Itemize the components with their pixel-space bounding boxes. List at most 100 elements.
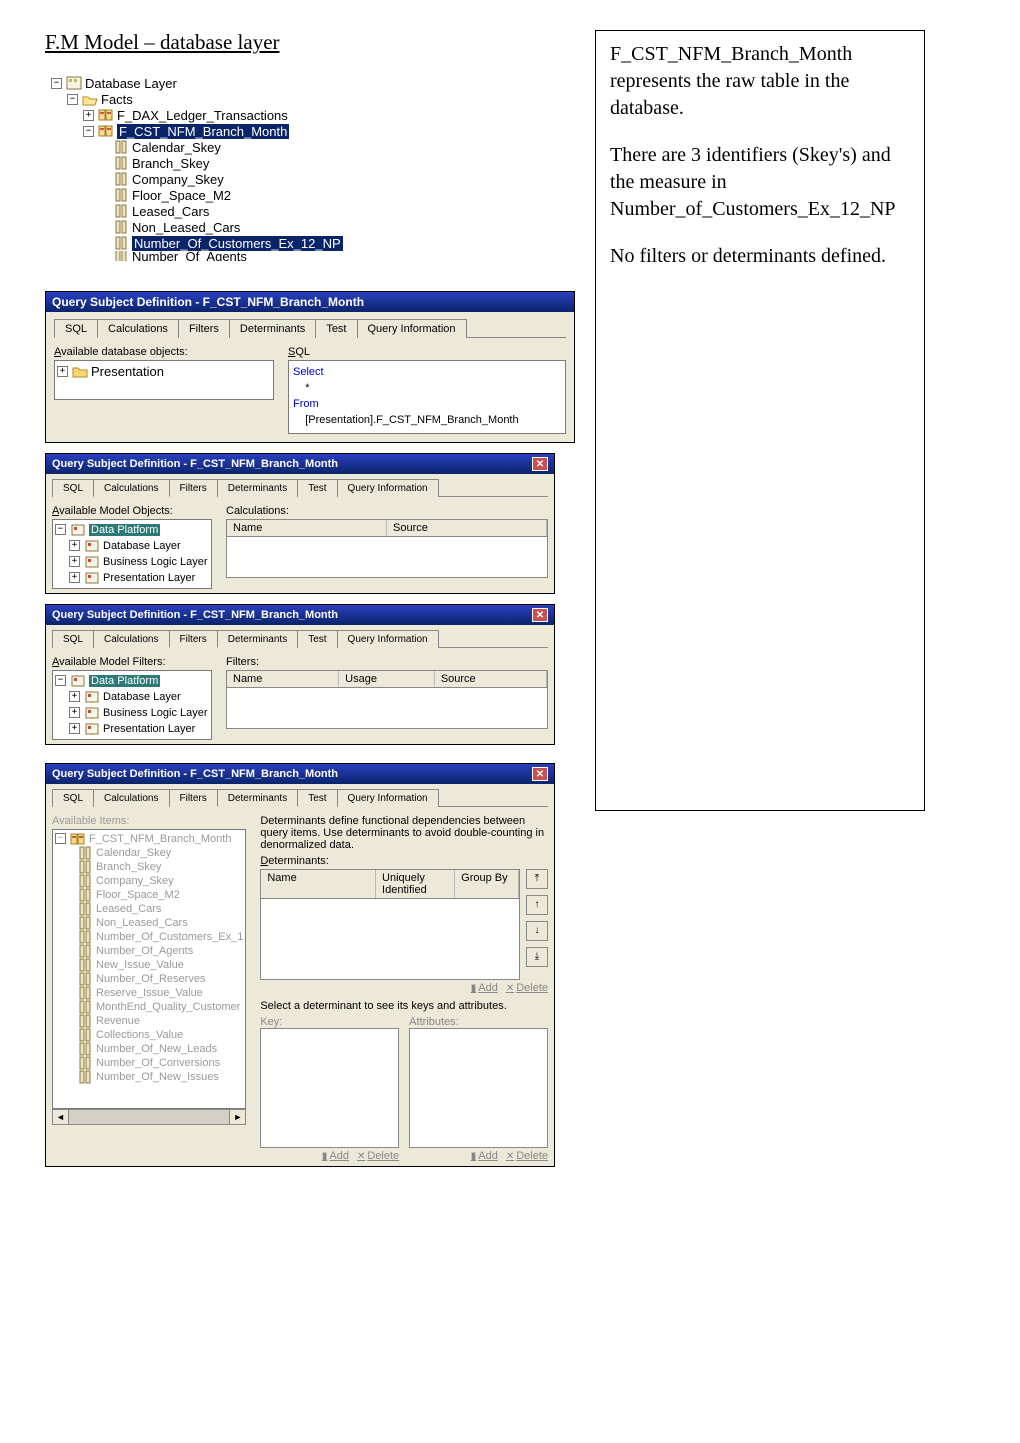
tree-leaf[interactable]: Number_Of_Agents: [132, 251, 247, 261]
select-det-hint: Select a determinant to see its keys and…: [260, 1000, 548, 1012]
tab-calculations[interactable]: Calculations: [97, 319, 179, 338]
model-filters-tree[interactable]: − Data Platform + Database Layer + Business…: [52, 670, 212, 740]
expander-icon[interactable]: +: [69, 707, 80, 718]
horizontal-scrollbar[interactable]: ◄►: [52, 1109, 246, 1125]
model-objects-tree[interactable]: − Data Platform + Database Layer + Business…: [52, 519, 212, 589]
tree-leaf[interactable]: Branch_Skey: [132, 156, 209, 171]
expander-icon[interactable]: −: [55, 524, 66, 535]
tab-filters[interactable]: Filters: [169, 630, 218, 648]
calculations-label: Calculations:: [226, 505, 548, 517]
close-icon[interactable]: ✕: [532, 608, 548, 622]
tab-test[interactable]: Test: [297, 789, 337, 807]
tab-calculations[interactable]: Calculations: [93, 630, 169, 648]
column-icon: [113, 236, 129, 250]
column-icon: [77, 986, 93, 1000]
move-top-button[interactable]: ⤒: [526, 869, 548, 889]
tab-calculations[interactable]: Calculations: [93, 789, 169, 807]
key-list[interactable]: [260, 1028, 399, 1148]
tree-node[interactable]: Facts: [101, 92, 133, 107]
tab-queryinfo[interactable]: Query Information: [337, 630, 439, 648]
tree-leaf[interactable]: Calendar_Skey: [132, 140, 221, 155]
tree-leaf[interactable]: Non_Leased_Cars: [132, 220, 240, 235]
expander-icon[interactable]: +: [69, 572, 80, 583]
expander-icon: −: [55, 833, 66, 844]
expander-icon[interactable]: +: [69, 691, 80, 702]
available-items-tree: −F_CST_NFM_Branch_Month Calendar_SkeyBra…: [52, 829, 246, 1109]
tab-sql[interactable]: SQL: [52, 789, 94, 807]
tab-queryinfo[interactable]: Query Information: [337, 789, 439, 807]
tree-node[interactable]: Business Logic Layer: [103, 707, 208, 719]
tree-node-selected[interactable]: F_CST_NFM_Branch_Month: [117, 124, 289, 139]
tree-node[interactable]: Database Layer: [103, 691, 181, 703]
folder-open-icon: [82, 92, 98, 106]
move-bottom-button[interactable]: ⤓: [526, 947, 548, 967]
tab-test[interactable]: Test: [297, 479, 337, 497]
tree-leaf[interactable]: Leased_Cars: [132, 204, 209, 219]
tab-sql[interactable]: SQL: [52, 479, 94, 497]
tab-sql[interactable]: SQL: [52, 630, 94, 648]
tree-node-selected[interactable]: Data Platform: [89, 675, 160, 687]
tab-determinants[interactable]: Determinants: [217, 479, 298, 497]
tab-filters[interactable]: Filters: [178, 319, 230, 338]
expander-icon[interactable]: +: [57, 366, 68, 377]
tab-filters[interactable]: Filters: [169, 479, 218, 497]
tab-determinants[interactable]: Determinants: [217, 630, 298, 648]
tab-queryinfo[interactable]: Query Information: [337, 479, 439, 497]
calculations-grid[interactable]: NameSource: [226, 519, 548, 578]
expander-icon[interactable]: −: [83, 126, 94, 137]
scroll-left-icon[interactable]: ◄: [53, 1110, 69, 1124]
filters-grid[interactable]: NameUsageSource: [226, 670, 548, 729]
close-icon[interactable]: ✕: [532, 767, 548, 781]
tree-node[interactable]: Database Layer: [85, 76, 177, 91]
tree-node[interactable]: F_DAX_Ledger_Transactions: [117, 108, 288, 123]
move-up-button[interactable]: ↑: [526, 895, 548, 915]
tree-node[interactable]: Database Layer: [103, 540, 181, 552]
expander-icon[interactable]: +: [69, 556, 80, 567]
tree-leaf[interactable]: Company_Skey: [132, 172, 224, 187]
tab-queryinfo[interactable]: Query Information: [357, 319, 467, 338]
tab-test[interactable]: Test: [297, 630, 337, 648]
sql-text[interactable]: Select * From [Presentation].F_CST_NFM_B…: [288, 360, 566, 434]
expander-icon[interactable]: −: [51, 78, 62, 89]
attr-delete-link[interactable]: ✕Delete: [506, 1150, 548, 1162]
qsd-dialog-sql: Query Subject Definition - F_CST_NFM_Bra…: [45, 291, 575, 443]
determinants-grid[interactable]: NameUniquely IdentifiedGroup By: [260, 869, 520, 980]
expander-icon[interactable]: −: [55, 675, 66, 686]
close-icon[interactable]: ✕: [532, 457, 548, 471]
scroll-right-icon[interactable]: ►: [229, 1110, 245, 1124]
det-add-link[interactable]: ▮Add: [471, 982, 498, 994]
determinants-hint: Determinants define functional dependenc…: [260, 815, 548, 851]
tree-leaf-selected[interactable]: Number_Of_Customers_Ex_12_NP: [132, 236, 343, 251]
column-icon: [77, 944, 93, 958]
expander-icon[interactable]: +: [69, 723, 80, 734]
tree-node-selected[interactable]: Data Platform: [89, 524, 160, 536]
tree-leaf: Branch_Skey: [96, 861, 161, 873]
tab-calculations[interactable]: Calculations: [93, 479, 169, 497]
tab-determinants[interactable]: Determinants: [229, 319, 316, 338]
tree-leaf: MonthEnd_Quality_Customer: [96, 1001, 240, 1013]
tree-leaf: Number_Of_Reserves: [96, 973, 205, 985]
tab-filters[interactable]: Filters: [169, 789, 218, 807]
tab-determinants[interactable]: Determinants: [217, 789, 298, 807]
tree-node[interactable]: Presentation Layer: [103, 572, 195, 584]
expander-icon[interactable]: +: [83, 110, 94, 121]
key-delete-link[interactable]: ✕Delete: [357, 1150, 399, 1162]
dialog-title: Query Subject Definition - F_CST_NFM_Bra…: [52, 295, 364, 309]
tab-test[interactable]: Test: [315, 319, 357, 338]
tree-node[interactable]: Presentation: [91, 364, 164, 379]
det-delete-link[interactable]: ✕Delete: [506, 982, 548, 994]
tab-sql[interactable]: SQL: [54, 319, 98, 338]
expander-icon[interactable]: −: [67, 94, 78, 105]
key-add-link[interactable]: ▮Add: [322, 1150, 349, 1162]
attr-add-link[interactable]: ▮Add: [471, 1150, 498, 1162]
tree-node[interactable]: Presentation Layer: [103, 723, 195, 735]
attributes-list[interactable]: [409, 1028, 548, 1148]
commentary-p2: There are 3 identifiers (Skey's) and the…: [610, 142, 910, 223]
move-down-button[interactable]: ↓: [526, 921, 548, 941]
qsd-dialog-filters: Query Subject Definition - F_CST_NFM_Bra…: [45, 604, 555, 745]
tree-leaf[interactable]: Floor_Space_M2: [132, 188, 231, 203]
expander-icon[interactable]: +: [69, 540, 80, 551]
tree-node[interactable]: Business Logic Layer: [103, 556, 208, 568]
available-objects-list[interactable]: + Presentation: [54, 360, 274, 400]
project-icon: [70, 674, 86, 688]
